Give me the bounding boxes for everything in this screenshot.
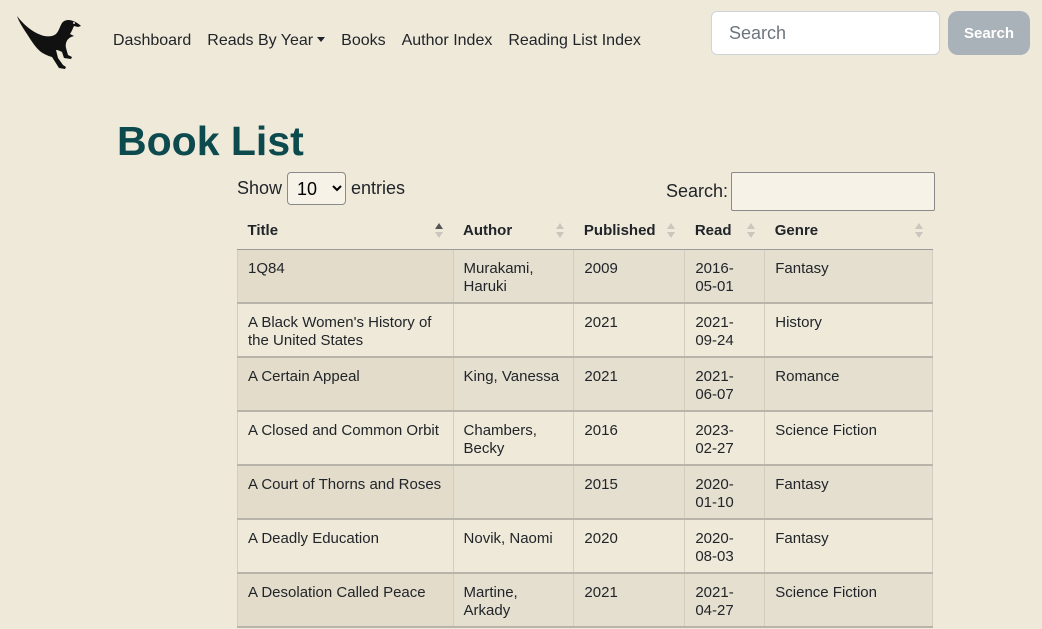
cell-title: A Court of Thorns and Roses [237,465,454,520]
cell-published: 2015 [573,465,685,520]
sort-icon [914,223,923,239]
sort-icon [555,223,564,239]
column-header-label: Published [583,221,656,239]
cell-published: 2020 [573,519,685,574]
column-header-read[interactable]: Read [684,212,765,250]
search-button[interactable]: Search [948,11,1030,55]
cell-genre: Fantasy [764,249,933,304]
table-filter-control: Search: [666,172,936,211]
column-header-label: Author [463,221,513,239]
entries-label: entries [351,178,406,198]
table-row: 1Q84 Murakami, Haruki 2009 2016-05-01 Fa… [237,249,933,304]
books-table: Title Author Published Read Genre 1Q84 M… [237,212,933,628]
show-label: Show [237,178,283,198]
sort-icon [746,223,755,239]
cell-author [452,303,574,358]
nav-links: Dashboard Reads By Year Books Author Ind… [113,31,641,51]
nav-books-link[interactable]: Books [341,31,385,51]
sort-ascending-icon [435,223,444,239]
column-header-title[interactable]: Title [237,212,454,250]
cell-read: 2020-01-10 [684,465,765,520]
cell-published: 2016 [573,411,685,466]
entries-select[interactable]: 10 [287,172,347,205]
table-row: A Closed and Common Orbit Chambers, Beck… [237,411,933,466]
column-header-published[interactable]: Published [573,212,685,250]
cell-genre: Science Fiction [764,411,933,466]
cell-read: 2023-02-27 [684,411,765,466]
column-header-label: Read [694,221,732,239]
nav-dashboard-link[interactable]: Dashboard [113,31,191,51]
cell-title: A Closed and Common Orbit [237,411,454,466]
sort-icon [666,223,675,239]
cell-genre: Fantasy [764,465,933,520]
cell-read: 2021-04-27 [684,573,765,628]
cell-read: 2020-08-03 [684,519,765,574]
table-row: A Certain Appeal King, Vanessa 2021 2021… [237,357,933,412]
page-title: Book List [117,118,304,164]
table-row: A Court of Thorns and Roses 2015 2020-01… [237,465,933,520]
cell-genre: Fantasy [764,519,933,574]
cell-published: 2021 [573,357,685,412]
column-header-label: Genre [774,221,819,239]
cell-title: 1Q84 [237,249,454,304]
cell-read: 2021-06-07 [684,357,765,412]
cell-author: Chambers, Becky [452,411,574,466]
cell-title: A Deadly Education [237,519,454,574]
cell-genre: History [764,303,933,358]
table-row: A Desolation Called Peace Martine, Arkad… [237,573,933,628]
table-row: A Deadly Education Novik, Naomi 2020 202… [237,519,933,574]
table-header-row: Title Author Published Read Genre [237,212,933,250]
cell-title: A Certain Appeal [237,357,454,412]
nav-reads-by-year-label: Reads By Year [207,32,314,49]
cell-published: 2009 [573,249,685,304]
cell-genre: Romance [764,357,933,412]
cell-read: 2021-09-24 [684,303,765,358]
entries-length-control: Show 10 entries [237,172,405,205]
table-row: A Black Women's History of the United St… [237,303,933,358]
cell-published: 2021 [573,573,685,628]
table-search-label: Search: [666,181,729,201]
cell-read: 2016-05-01 [684,249,765,304]
cell-title: A Black Women's History of the United St… [237,303,454,358]
cell-author: Novik, Naomi [452,519,574,574]
column-header-author[interactable]: Author [453,212,574,250]
table-search-input[interactable] [731,172,936,211]
cell-title: A Desolation Called Peace [237,573,454,628]
column-header-label: Title [247,221,279,239]
navbar: Dashboard Reads By Year Books Author Ind… [0,0,1042,82]
cell-author: Martine, Arkady [452,573,574,628]
nav-reads-by-year-dropdown[interactable]: Reads By Year [207,31,326,51]
cell-author [452,465,574,520]
column-header-genre[interactable]: Genre [764,212,933,250]
cell-author: Murakami, Haruki [452,249,574,304]
cell-author: King, Vanessa [452,357,574,412]
dinosaur-logo-icon[interactable] [14,12,84,70]
cell-published: 2021 [573,303,685,358]
search-input[interactable] [711,11,940,55]
cell-genre: Science Fiction [764,573,933,628]
nav-reading-list-index-link[interactable]: Reading List Index [508,31,641,51]
nav-author-index-link[interactable]: Author Index [402,31,493,51]
chevron-down-icon [317,37,326,42]
